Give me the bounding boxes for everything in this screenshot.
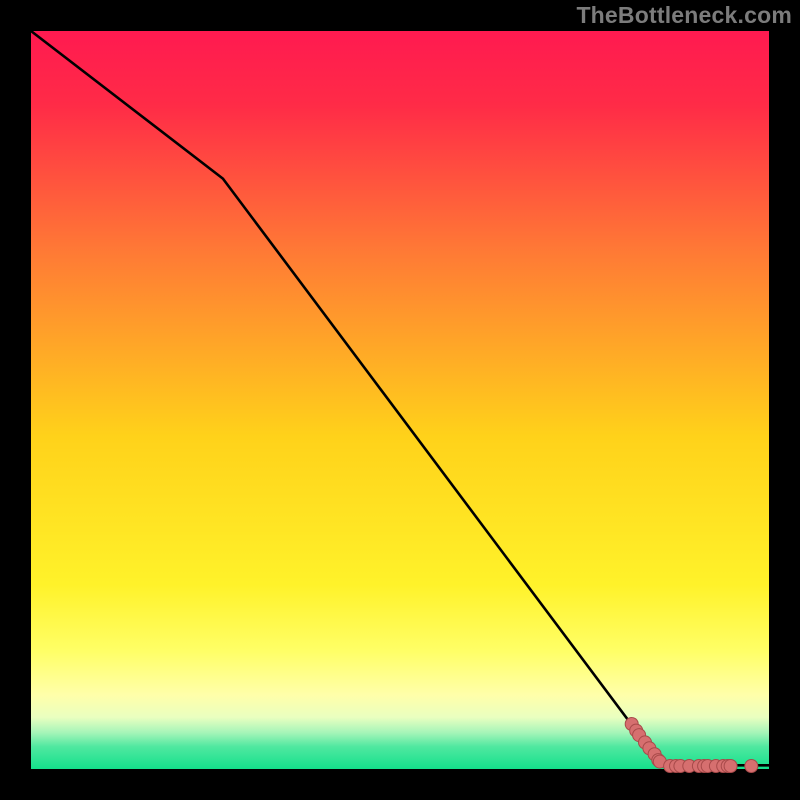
watermark-text: TheBottleneck.com — [576, 2, 792, 29]
chart-svg — [0, 0, 800, 800]
data-point — [724, 760, 737, 773]
plot-area — [31, 31, 769, 769]
chart-container: TheBottleneck.com — [0, 0, 800, 800]
data-point — [745, 760, 758, 773]
